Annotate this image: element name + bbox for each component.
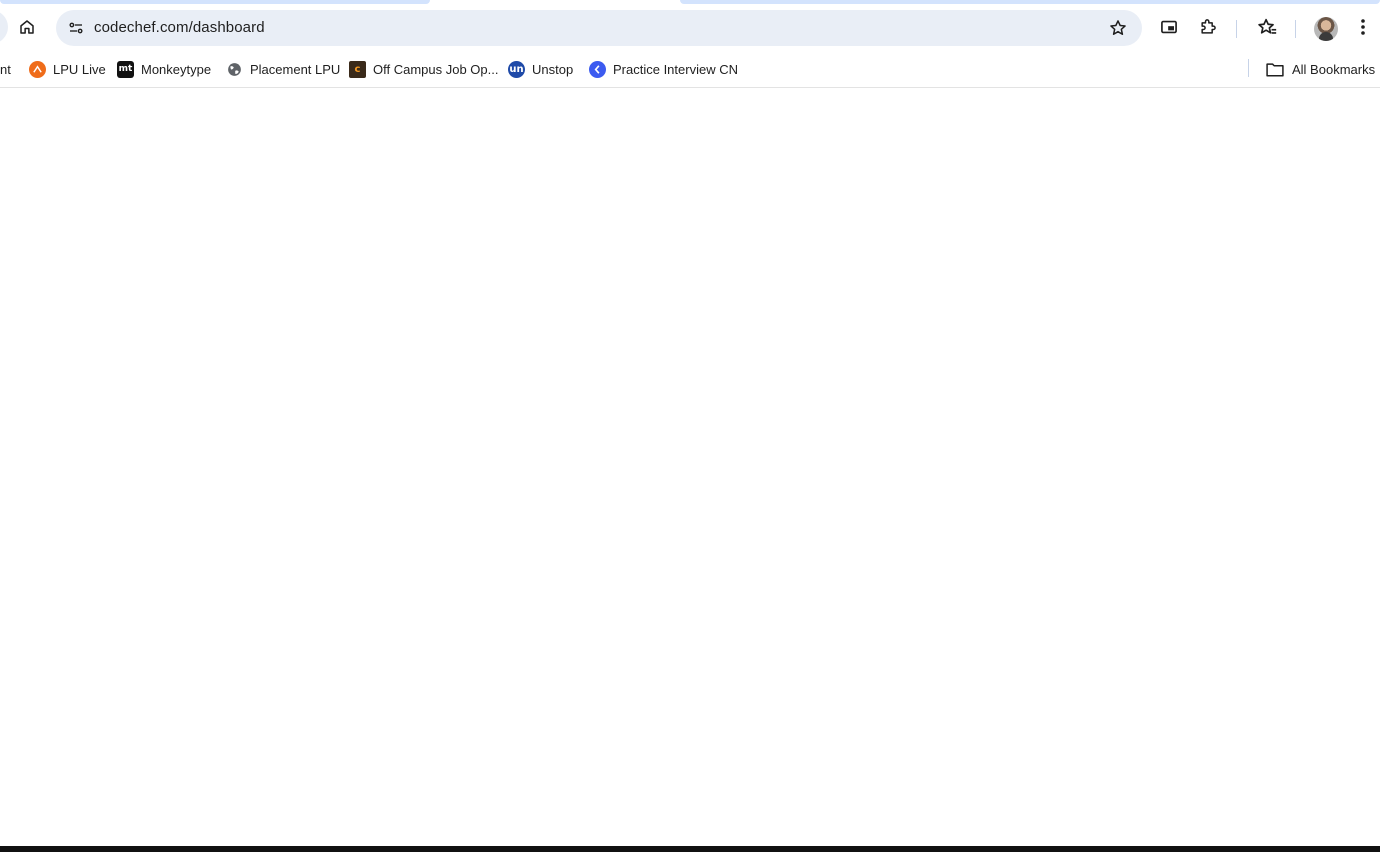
all-bookmarks-button[interactable]: All Bookmarks [1261, 56, 1379, 82]
extensions-button[interactable] [1191, 10, 1225, 44]
more-menu-icon [1361, 19, 1365, 35]
bookmark-off-campus[interactable]: c Off Campus Job Op... [345, 56, 502, 82]
reading-list-button[interactable] [1250, 10, 1284, 44]
home-icon [20, 20, 34, 34]
all-bookmarks-label: All Bookmarks [1292, 61, 1376, 77]
monkeytype-icon: mt [117, 60, 134, 78]
site-info-icon [69, 22, 83, 34]
taskbar-edge [0, 846, 1380, 852]
bookmark-star-icon [1110, 20, 1126, 35]
extensions-icon [1201, 19, 1216, 34]
reading-list-icon [1258, 18, 1277, 34]
site-info-button[interactable] [61, 13, 91, 43]
bookmark-label: Unstop [532, 61, 574, 77]
more-menu-button[interactable] [1346, 10, 1380, 44]
bookmark-page-button[interactable] [1104, 14, 1132, 42]
browser-toolbar: codechef.com/dashboard [0, 4, 1380, 50]
bookmark-practice-interview-cn[interactable]: Practice Interview CN [585, 56, 742, 82]
bookmark-label: Off Campus Job Op... [373, 61, 499, 77]
toolbar-divider [1295, 20, 1296, 38]
globe-icon [226, 60, 243, 78]
bookmark-label: Practice Interview CN [613, 61, 738, 77]
bookmark-placement-lpu[interactable]: Placement LPU [222, 56, 344, 82]
bookmark-label: Monkeytype [141, 61, 212, 77]
coding-ninjas-icon [589, 60, 606, 78]
off-campus-icon: c [349, 60, 366, 78]
bookmark-unstop[interactable]: un Unstop [504, 56, 577, 82]
lpu-live-icon [29, 60, 46, 78]
picture-in-picture-icon [1161, 20, 1177, 34]
bookmark-truncated[interactable]: nt [0, 56, 15, 82]
back-button[interactable] [0, 10, 8, 44]
bookmark-lpu-live[interactable]: LPU Live [25, 56, 110, 82]
browser-window: codechef.com/dashboard nt LPU Live mt Mo… [0, 0, 1380, 852]
page-content-blank [0, 89, 1380, 846]
bookmarks-divider [1248, 59, 1249, 77]
url-text[interactable]: codechef.com/dashboard [94, 19, 265, 36]
folder-icon [1265, 61, 1285, 78]
picture-in-picture-button[interactable] [1152, 10, 1186, 44]
unstop-icon: un [508, 60, 525, 78]
bookmark-label: Placement LPU [250, 61, 341, 77]
bookmark-monkeytype[interactable]: mt Monkeytype [113, 56, 215, 82]
home-button[interactable] [10, 10, 44, 44]
profile-avatar[interactable] [1314, 17, 1338, 41]
address-bar[interactable]: codechef.com/dashboard [56, 10, 1142, 46]
bookmark-label: nt [0, 61, 11, 77]
bookmark-label: LPU Live [53, 61, 106, 77]
toolbar-divider [1236, 20, 1237, 38]
bookmarks-bar: nt LPU Live mt Monkeytype Placement LPU … [0, 50, 1380, 88]
